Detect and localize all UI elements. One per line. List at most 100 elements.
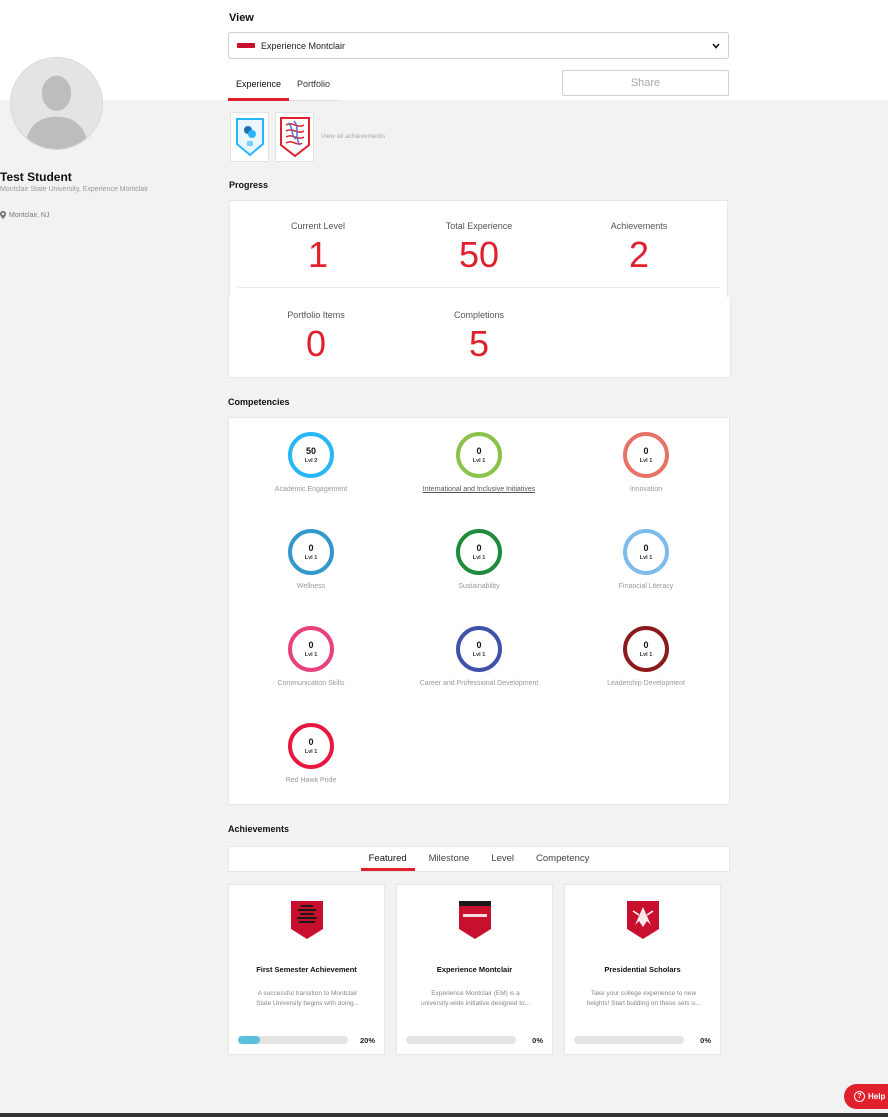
badge-academic[interactable] bbox=[230, 112, 269, 162]
achievement-card-first-semester[interactable]: First Semester Achievement A successful … bbox=[228, 884, 385, 1055]
tab-experience[interactable]: Experience bbox=[228, 72, 290, 101]
competency-points: 0 bbox=[476, 445, 482, 456]
competency-points: 50 bbox=[305, 445, 316, 456]
competency-wellness[interactable]: 0 Lvl 1 Wellness bbox=[231, 529, 391, 590]
achievement-progress-fill bbox=[238, 1036, 260, 1044]
achievement-desc-line: heights! Start building on these sets o.… bbox=[586, 999, 701, 1007]
achievement-desc-line: Experience Montclair (EM) is a bbox=[431, 990, 520, 997]
competency-points: 0 bbox=[308, 736, 314, 747]
achievement-card-experience-montclair[interactable]: Experience Montclair Experience Montclai… bbox=[396, 884, 553, 1055]
stat-label: Achievements bbox=[610, 221, 668, 231]
competency-name: Career and Professional Development bbox=[419, 680, 539, 687]
academic-badge-icon bbox=[235, 118, 264, 157]
achievement-percent: 0% bbox=[700, 1036, 711, 1045]
achievement-desc-line: university-wide initiative designed to..… bbox=[420, 999, 531, 1007]
competency-level: Lvl 1 bbox=[639, 457, 653, 464]
competency-ring: 0 Lvl 1 bbox=[288, 529, 334, 575]
competency-level: Lvl 1 bbox=[304, 748, 318, 755]
competency-level: Lvl 1 bbox=[472, 457, 486, 464]
program-logo-icon bbox=[237, 43, 255, 48]
experience-montclair-shield-icon bbox=[459, 901, 491, 939]
competency-points: 0 bbox=[308, 639, 314, 650]
stat-value: 2 bbox=[628, 234, 650, 275]
student-location: Montclair, NJ bbox=[0, 211, 49, 219]
user-placeholder-icon bbox=[11, 58, 102, 149]
competency-level: Lvl 2 bbox=[304, 457, 318, 464]
competency-name: Sustainability bbox=[458, 583, 500, 590]
competency-international[interactable]: 0 Lvl 1 International and Inclusive Init… bbox=[399, 432, 559, 493]
progress-title: Progress bbox=[229, 180, 269, 190]
competency-level: Lvl 1 bbox=[639, 554, 653, 561]
profile-tabs: Experience Portfolio bbox=[228, 72, 339, 101]
share-button[interactable]: Share bbox=[562, 70, 729, 96]
competency-name: Red Hawk Pride bbox=[285, 777, 337, 784]
view-select[interactable]: Experience Montclair bbox=[228, 32, 729, 59]
competency-innovation[interactable]: 0 Lvl 1 Innovation bbox=[566, 432, 726, 493]
competency-name[interactable]: International and Inclusive Initiatives bbox=[399, 486, 559, 493]
view-all-achievements-link[interactable]: View all achievements bbox=[321, 133, 385, 140]
help-button[interactable]: ? Help bbox=[844, 1084, 888, 1109]
competency-name: Innovation bbox=[629, 486, 663, 493]
experience-montclair-badge-icon bbox=[279, 117, 310, 158]
competency-ring: 0 Lvl 1 bbox=[288, 723, 334, 769]
achievement-percent: 20% bbox=[359, 1036, 375, 1045]
competency-level: Lvl 1 bbox=[304, 651, 318, 658]
competency-ring: 0 Lvl 1 bbox=[623, 529, 669, 575]
competency-ring: 50 Lvl 2 bbox=[288, 432, 334, 478]
stat-completions: Completions 5 bbox=[399, 310, 559, 362]
competency-name: Communication Skills bbox=[277, 680, 345, 687]
achievement-description: Experience Montclair (EM) is a universit… bbox=[407, 989, 544, 1009]
competency-ring: 0 Lvl 1 bbox=[623, 626, 669, 672]
bottom-border bbox=[0, 1113, 888, 1117]
stat-current-level: Current Level 1 bbox=[238, 221, 398, 273]
competency-red-hawk-pride[interactable]: 0 Lvl 1 Red Hawk Pride bbox=[231, 723, 391, 784]
competency-communication[interactable]: 0 Lvl 1 Communication Skills bbox=[231, 626, 391, 687]
competency-name: Financial Literacy bbox=[618, 583, 674, 590]
competency-financial-literacy[interactable]: 0 Lvl 1 Financial Literacy bbox=[566, 529, 726, 590]
tab-level[interactable]: Level bbox=[483, 847, 522, 871]
competency-career[interactable]: 0 Lvl 1 Career and Professional Developm… bbox=[399, 626, 559, 687]
competency-level: Lvl 1 bbox=[472, 651, 486, 658]
stat-value: 5 bbox=[468, 323, 490, 364]
competency-ring: 0 Lvl 1 bbox=[456, 432, 502, 478]
view-select-value: Experience Montclair bbox=[261, 40, 346, 51]
competencies-title: Competencies bbox=[228, 397, 290, 407]
location-pin-icon bbox=[0, 211, 6, 219]
competency-sustainability[interactable]: 0 Lvl 1 Sustainability bbox=[399, 529, 559, 590]
tab-milestone[interactable]: Milestone bbox=[421, 847, 478, 871]
tab-portfolio[interactable]: Portfolio bbox=[289, 72, 339, 101]
achievement-progress-bar bbox=[574, 1036, 684, 1044]
achievement-percent: 0% bbox=[532, 1036, 543, 1045]
stat-label: Portfolio Items bbox=[287, 310, 345, 320]
tab-featured[interactable]: Featured bbox=[360, 847, 415, 871]
achievement-description: Take your college experience to new heig… bbox=[575, 989, 712, 1009]
stat-label: Completions bbox=[453, 310, 505, 320]
competency-points: 0 bbox=[308, 542, 314, 553]
achievement-progress-bar bbox=[238, 1036, 348, 1044]
competency-name: Leadership Development bbox=[607, 680, 685, 687]
stat-portfolio-items: Portfolio Items 0 bbox=[236, 310, 396, 362]
achievements-title: Achievements bbox=[228, 824, 290, 834]
competency-level: Lvl 1 bbox=[472, 554, 486, 561]
achievement-progress-bar bbox=[406, 1036, 516, 1044]
competency-ring: 0 Lvl 1 bbox=[456, 529, 502, 575]
tab-competency[interactable]: Competency bbox=[528, 847, 597, 871]
competency-points: 0 bbox=[476, 639, 482, 650]
student-name: Test Student bbox=[0, 170, 72, 184]
competency-name: Academic Engagement bbox=[274, 486, 348, 493]
progress-divider bbox=[238, 287, 720, 288]
competency-leadership[interactable]: 0 Lvl 1 Leadership Development bbox=[566, 626, 726, 687]
achievement-description: A successful transition to Montclair Sta… bbox=[239, 989, 376, 1009]
achievement-title: First Semester Achievement bbox=[256, 965, 357, 974]
stat-value: 1 bbox=[307, 234, 329, 275]
first-semester-badge-icon bbox=[291, 901, 323, 939]
achievement-card-presidential-scholars[interactable]: Presidential Scholars Take your college … bbox=[564, 884, 721, 1055]
question-icon: ? bbox=[854, 1091, 865, 1102]
competency-level: Lvl 1 bbox=[639, 651, 653, 658]
badge-montclair[interactable] bbox=[275, 112, 314, 162]
competency-level: Lvl 1 bbox=[304, 554, 318, 561]
competency-academic-engagement[interactable]: 50 Lvl 2 Academic Engagement bbox=[231, 432, 391, 493]
stat-value: 0 bbox=[305, 323, 327, 364]
stat-value: 50 bbox=[458, 234, 500, 275]
stat-achievements: Achievements 2 bbox=[559, 221, 719, 273]
